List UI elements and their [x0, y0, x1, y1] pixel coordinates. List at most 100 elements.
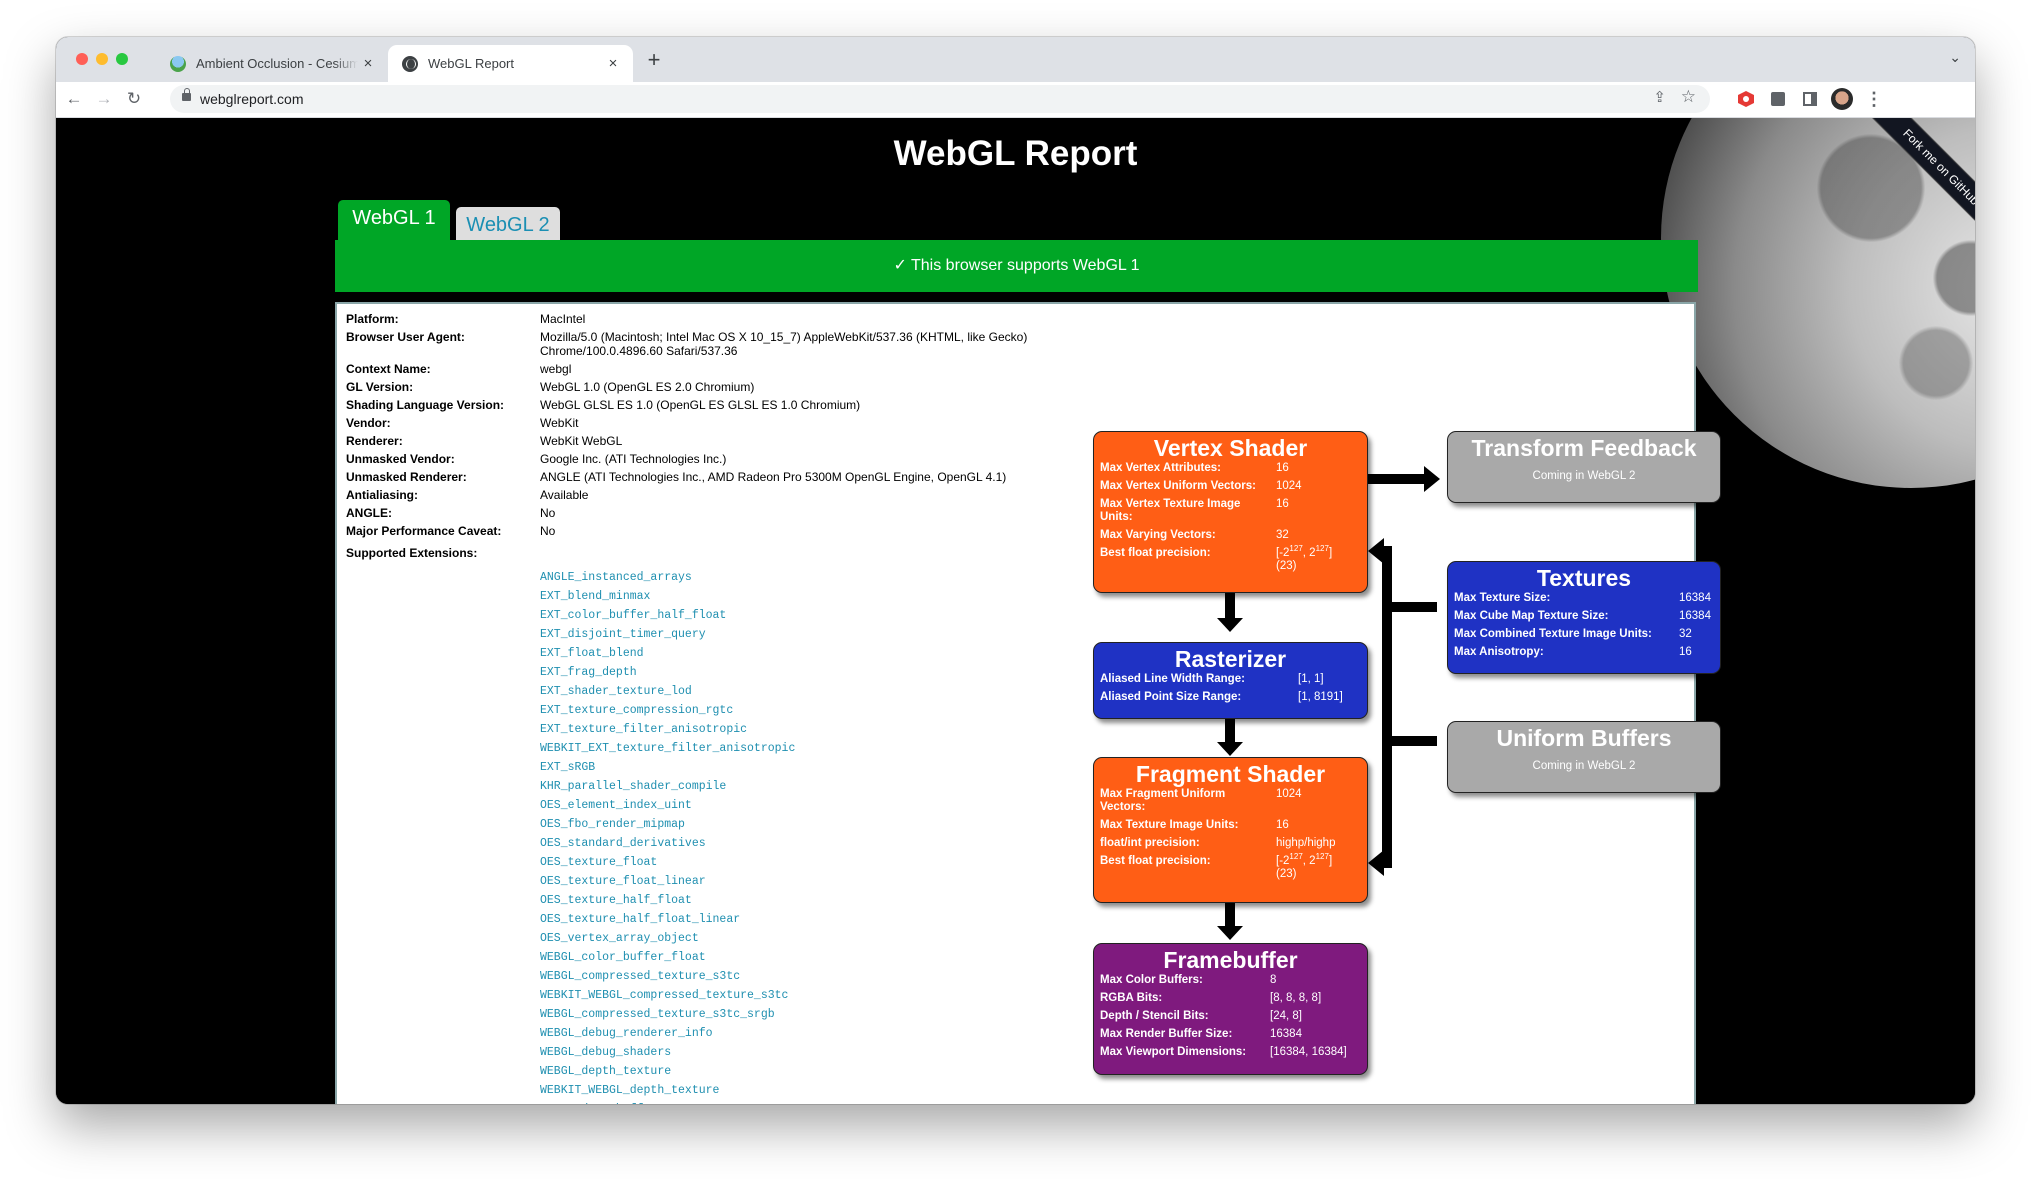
info-value: Available [540, 488, 589, 502]
extension-link[interactable]: WEBGL_depth_texture [540, 1062, 795, 1081]
tab-webgl-1[interactable]: WebGL 1 [338, 200, 450, 240]
extension-link[interactable]: WEBGL_draw_buffers [540, 1100, 795, 1104]
box-row: Max Fragment Uniform Vectors: 1024 [1094, 788, 1367, 814]
arrow-head-icon [1368, 850, 1384, 876]
rasterizer-box: Rasterizer Aliased Line Width Range: [1, … [1093, 642, 1368, 719]
info-row-shading-language: Shading Language Version: WebGL GLSL ES 1… [346, 398, 1046, 412]
side-panel-icon[interactable] [1798, 87, 1822, 111]
box-row: RGBA Bits: [8, 8, 8, 8] [1094, 992, 1367, 1005]
extension-link[interactable]: OES_texture_float [540, 853, 795, 872]
tab-title: Ambient Occlusion - Cesium Sandcastle [196, 56, 358, 71]
box-row-label: Aliased Line Width Range: [1100, 673, 1245, 685]
tab-strip: Ambient Occlusion - Cesium Sandcastle × … [56, 37, 1975, 82]
info-value: Mozilla/5.0 (Macintosh; Intel Mac OS X 1… [540, 330, 1028, 358]
info-label: Context Name: [346, 362, 431, 376]
extension-link[interactable]: ANGLE_instanced_arrays [540, 568, 795, 587]
minimize-window-button[interactable] [96, 53, 108, 65]
extension-link[interactable]: EXT_texture_compression_rgtc [540, 701, 795, 720]
extension-link[interactable]: WEBKIT_EXT_texture_filter_anisotropic [540, 739, 795, 758]
transform-feedback-box: Transform Feedback Coming in WebGL 2 [1447, 431, 1721, 503]
box-row-label: Max Varying Vectors: [1100, 529, 1216, 541]
extension-link[interactable]: WEBGL_color_buffer_float [540, 948, 795, 967]
box-title: Transform Feedback [1471, 435, 1697, 461]
info-row-supported-extensions: Supported Extensions: [346, 546, 1046, 560]
reload-icon[interactable]: ↻ [122, 87, 146, 111]
tab-search-icon[interactable]: ⌄ [1949, 49, 1961, 66]
box-row-label: RGBA Bits: [1100, 992, 1163, 1004]
extension-link[interactable]: OES_texture_half_float_linear [540, 910, 795, 929]
extension-link[interactable]: EXT_shader_texture_lod [540, 682, 795, 701]
address-bar[interactable]: webglreport.com ⇪ ☆ [170, 85, 1710, 113]
close-window-button[interactable] [76, 53, 88, 65]
box-row-label: Max Fragment Uniform Vectors: [1100, 788, 1226, 813]
extension-link[interactable]: EXT_float_blend [540, 644, 795, 663]
close-tab-icon[interactable]: × [603, 55, 623, 72]
box-row: Max Color Buffers: 8 [1094, 974, 1367, 987]
extension-link[interactable]: WEBKIT_WEBGL_compressed_texture_s3tc [540, 986, 795, 1005]
extension-link[interactable]: EXT_color_buffer_half_float [540, 606, 795, 625]
extension-link[interactable]: WEBGL_compressed_texture_s3tc [540, 967, 795, 986]
browser-menu-icon[interactable]: ⋮ [1862, 87, 1886, 111]
arrow-rasterizer-to-fragment [1225, 719, 1235, 743]
info-row-performance-caveat: Major Performance Caveat: No [346, 524, 1046, 538]
box-row-value: 32 [1276, 529, 1289, 541]
page-content: Fork me on GitHub WebGL Report WebGL 1 W… [56, 118, 1975, 1104]
extension-link[interactable]: OES_element_index_uint [540, 796, 795, 815]
extension-link[interactable]: EXT_blend_minmax [540, 587, 795, 606]
info-label: GL Version: [346, 380, 414, 394]
extension-red-hexagon-icon[interactable] [1734, 87, 1758, 111]
profile-avatar[interactable] [1830, 87, 1854, 111]
box-row: Max Vertex Uniform Vectors: 1024 [1094, 480, 1367, 493]
extension-link[interactable]: WEBGL_debug_shaders [540, 1043, 795, 1062]
extension-link[interactable]: EXT_texture_filter_anisotropic [540, 720, 795, 739]
info-value: WebGL GLSL ES 1.0 (OpenGL ES GLSL ES 1.0… [540, 398, 861, 412]
box-row-value: [-2127, 2127] (23) [1276, 852, 1333, 880]
browser-tab-ambient-occlusion[interactable]: Ambient Occlusion - Cesium Sandcastle × [156, 45, 388, 82]
extension-link[interactable]: EXT_frag_depth [540, 663, 795, 682]
box-row: Max Viewport Dimensions: [16384, 16384] [1094, 1046, 1367, 1059]
info-value: webgl [540, 362, 572, 376]
extension-link[interactable]: OES_vertex_array_object [540, 929, 795, 948]
vertex-shader-box: Vertex Shader Max Vertex Attributes: 16 M… [1093, 431, 1368, 593]
box-row: Max Varying Vectors: 32 [1094, 529, 1367, 542]
extensions-puzzle-icon[interactable] [1766, 87, 1790, 111]
maximize-window-button[interactable] [116, 53, 128, 65]
box-title: Uniform Buffers [1496, 725, 1672, 751]
extensions-list: ANGLE_instanced_arrays EXT_blend_minmax EX… [540, 568, 795, 1104]
resource-trunk-connector [1382, 546, 1392, 868]
extension-link[interactable]: KHR_parallel_shader_compile [540, 777, 795, 796]
extension-link[interactable]: OES_standard_derivatives [540, 834, 795, 853]
extension-link[interactable]: OES_fbo_render_mipmap [540, 815, 795, 834]
close-tab-icon[interactable]: × [358, 55, 378, 72]
extension-link[interactable]: EXT_sRGB [540, 758, 795, 777]
box-row-value: [1, 1] [1298, 673, 1324, 685]
share-icon[interactable]: ⇪ [1653, 88, 1666, 106]
bookmark-star-icon[interactable]: ☆ [1681, 87, 1696, 107]
extension-link[interactable]: WEBKIT_WEBGL_depth_texture [540, 1081, 795, 1100]
url-text[interactable]: webglreport.com [200, 91, 304, 107]
box-row: Best float precision: [-2127, 2127] (23) [1094, 852, 1367, 881]
extension-link[interactable]: OES_texture_float_linear [540, 872, 795, 891]
new-tab-button[interactable]: + [640, 47, 668, 73]
browser-tab-webgl-report[interactable]: WebGL Report × [388, 45, 633, 82]
box-row-value: [1, 8191] [1298, 691, 1343, 703]
box-row-value: 16 [1276, 498, 1289, 510]
box-row-label: Best float precision: [1100, 855, 1211, 867]
box-row-label: Max Texture Size: [1454, 592, 1551, 604]
box-row: Max Vertex Texture Image Units: 16 [1094, 498, 1367, 524]
extension-link[interactable]: EXT_disjoint_timer_query [540, 625, 795, 644]
connector-from-textures [1392, 602, 1437, 612]
tab-title: WebGL Report [428, 56, 514, 71]
info-label: Supported Extensions: [346, 546, 478, 560]
extension-link[interactable]: WEBGL_compressed_texture_s3tc_srgb [540, 1005, 795, 1024]
back-icon[interactable]: ← [62, 87, 86, 111]
forward-icon[interactable]: → [92, 87, 116, 111]
browser-window: Ambient Occlusion - Cesium Sandcastle × … [56, 37, 1975, 1104]
extension-link[interactable]: WEBGL_debug_renderer_info [540, 1024, 795, 1043]
box-row-value: [-2127, 2127] (23) [1276, 544, 1333, 572]
box-row-value: 16 [1679, 646, 1692, 658]
box-row-value: [24, 8] [1270, 1010, 1302, 1022]
tab-webgl-2[interactable]: WebGL 2 [456, 207, 560, 240]
extension-link[interactable]: OES_texture_half_float [540, 891, 795, 910]
box-row-value: 1024 [1276, 480, 1302, 492]
